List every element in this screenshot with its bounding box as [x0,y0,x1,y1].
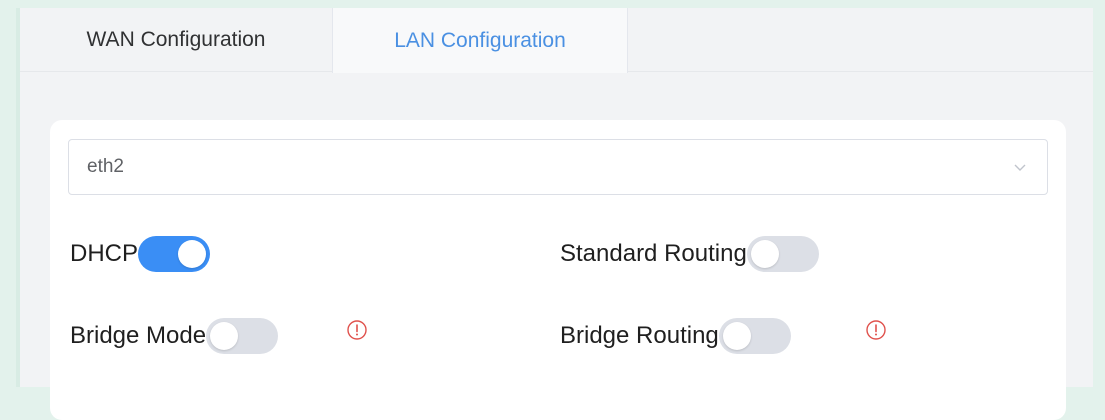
dhcp-switch-knob [178,240,207,268]
warning-circle-icon[interactable] [346,319,368,341]
bridge-routing-field: Bridge Routing [560,316,791,356]
bridge-mode-switch-knob [210,322,239,350]
tab-bar: WAN Configuration LAN Configuration [20,8,1093,73]
chevron-down-icon [1014,164,1026,171]
standard-routing-switch-knob [750,240,779,268]
bridge-routing-label: Bridge Routing [560,322,719,349]
config-panel: WAN Configuration LAN Configuration eth2… [16,8,1093,420]
bridge-routing-switch-knob [722,322,751,350]
standard-routing-switch[interactable] [746,236,819,272]
standard-routing-label: Standard Routing [560,240,747,267]
bridge-mode-switch[interactable] [206,318,279,354]
dhcp-switch[interactable] [138,236,211,272]
dhcp-label: DHCP [70,240,139,267]
lan-settings-card: eth2 DHCP Standard Routing Bridge Mode B… [50,120,1066,420]
tab-wan-configuration[interactable]: WAN Configuration [20,8,332,72]
bridge-routing-switch[interactable] [718,318,791,354]
standard-routing-field: Standard Routing [560,234,819,274]
bridge-mode-label: Bridge Mode [70,322,207,349]
interface-select-value: eth2 [87,156,124,177]
dhcp-field: DHCP [70,234,211,274]
bridge-mode-field: Bridge Mode [70,316,279,356]
warning-circle-icon[interactable] [865,319,887,341]
interface-select[interactable]: eth2 [68,139,1048,195]
tab-lan-configuration[interactable]: LAN Configuration [332,8,628,73]
